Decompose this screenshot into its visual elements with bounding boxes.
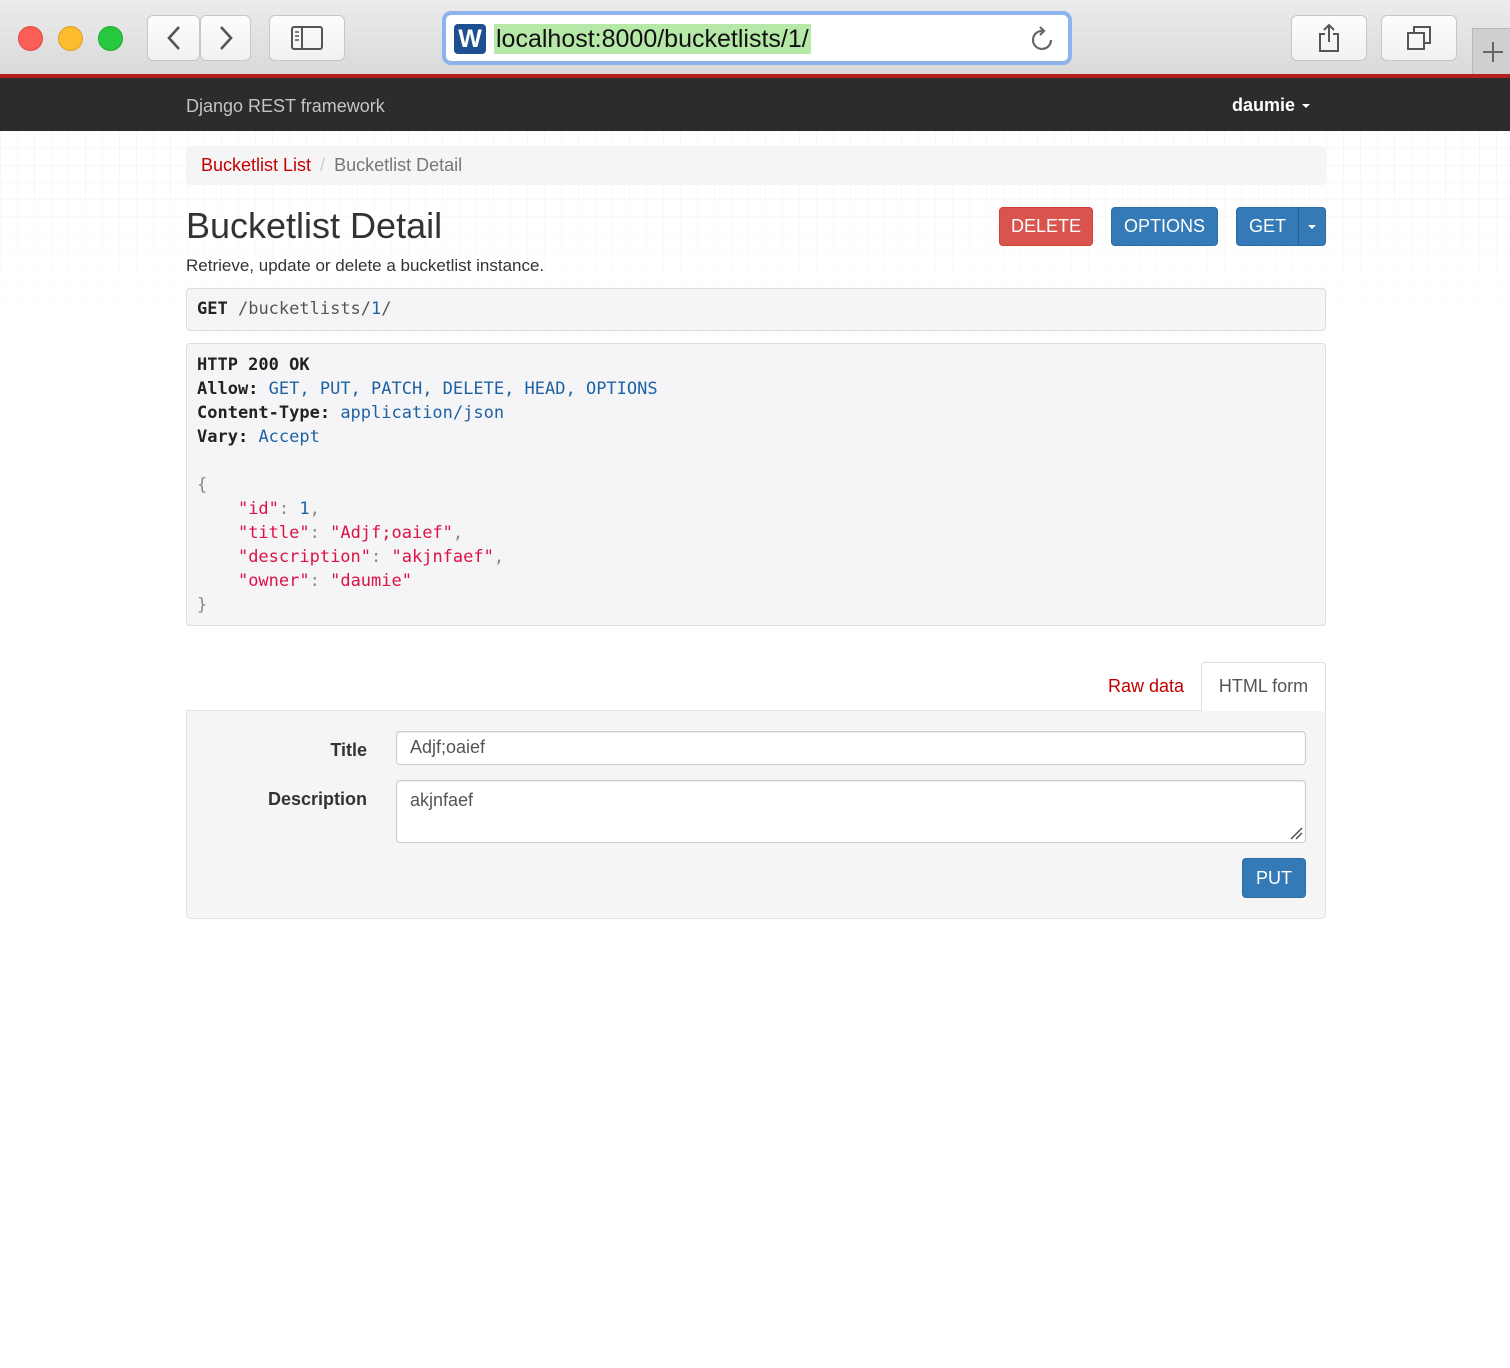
tab-raw-data[interactable]: Raw data [1092,663,1200,710]
response-status: HTTP 200 OK [197,355,310,375]
resize-handle-icon[interactable] [1289,826,1303,840]
caret-down-icon [1308,224,1316,229]
reload-icon[interactable] [1030,25,1056,53]
options-button[interactable]: OPTIONS [1111,207,1218,246]
response-header-vary: Vary: Accept [197,427,320,447]
json-open-brace: { [197,475,208,495]
plus-icon [1482,41,1503,62]
chevron-right-icon [219,26,233,50]
breadcrumb-bucketlist-list[interactable]: Bucketlist List [201,155,311,175]
get-button[interactable]: GET [1236,207,1299,246]
breadcrumb-separator: / [320,155,326,175]
request-path-prefix: /bucketlists/ [237,299,372,319]
request-path-suffix: / [381,299,392,319]
title-label: Title [330,740,367,760]
url-text[interactable]: localhost:8000/bucketlists/1/ [494,24,811,54]
request-method: GET [197,299,228,319]
request-path-id[interactable]: 1 [371,299,381,319]
caret-down-icon [1302,104,1310,109]
back-button[interactable] [147,15,200,61]
new-tab-button[interactable] [1472,28,1510,74]
tabs-overview-button[interactable] [1381,15,1457,61]
chevron-left-icon [166,26,180,50]
sidebar-icon [291,26,323,50]
window-minimize-button[interactable] [58,26,83,51]
breadcrumb: Bucketlist List / Bucketlist Detail [186,146,1326,185]
window-zoom-button[interactable] [98,26,123,51]
json-field-title: "title": "Adjf;oaief", [237,523,464,543]
window-close-button[interactable] [18,26,43,51]
sidebar-toggle-button[interactable] [269,15,345,61]
navbar-brand[interactable]: Django REST framework [186,96,385,117]
user-menu[interactable]: daumie [1232,95,1310,116]
breadcrumb-bucketlist-detail: Bucketlist Detail [334,155,463,175]
page-title: Bucketlist Detail [186,205,443,246]
description-label: Description [267,789,367,809]
user-name: daumie [1231,95,1295,115]
put-button[interactable]: PUT [1242,858,1306,898]
tab-html-form[interactable]: HTML form [1201,662,1326,711]
json-field-description: "description": "akjnfaef", [237,547,505,567]
request-info: GET /bucketlists/1/ [186,288,1326,331]
json-field-owner: "owner": "daumie" [237,571,412,591]
navbar: Django REST framework daumie [0,78,1510,131]
site-favicon-icon: W [454,24,486,54]
forward-button[interactable] [200,15,251,61]
response-header-allow: Allow: GET, PUT, PATCH, DELETE, HEAD, OP… [197,379,658,399]
description-textarea[interactable]: akjnfaef [396,780,1306,843]
title-input[interactable]: Adjf;oaief [396,731,1306,765]
response-info: HTTP 200 OK Allow: GET, PUT, PATCH, DELE… [186,343,1326,626]
description-text: akjnfaef [410,790,474,810]
json-field-id: "id": 1, [237,499,320,519]
address-bar[interactable]: W localhost:8000/bucketlists/1/ [442,11,1072,65]
response-blank-line [197,449,1315,473]
json-close-brace: } [197,595,208,615]
response-header-content-type: Content-Type: application/json [197,403,505,423]
delete-button[interactable]: DELETE [999,207,1093,246]
page-description: Retrieve, update or delete a bucketlist … [186,256,545,275]
share-button[interactable] [1291,15,1367,61]
share-icon [1319,23,1339,52]
put-form: Title Adjf;oaief Description akjnfaef PU… [186,710,1326,919]
get-format-dropdown[interactable] [1298,207,1326,246]
tabs-icon [1407,26,1431,50]
